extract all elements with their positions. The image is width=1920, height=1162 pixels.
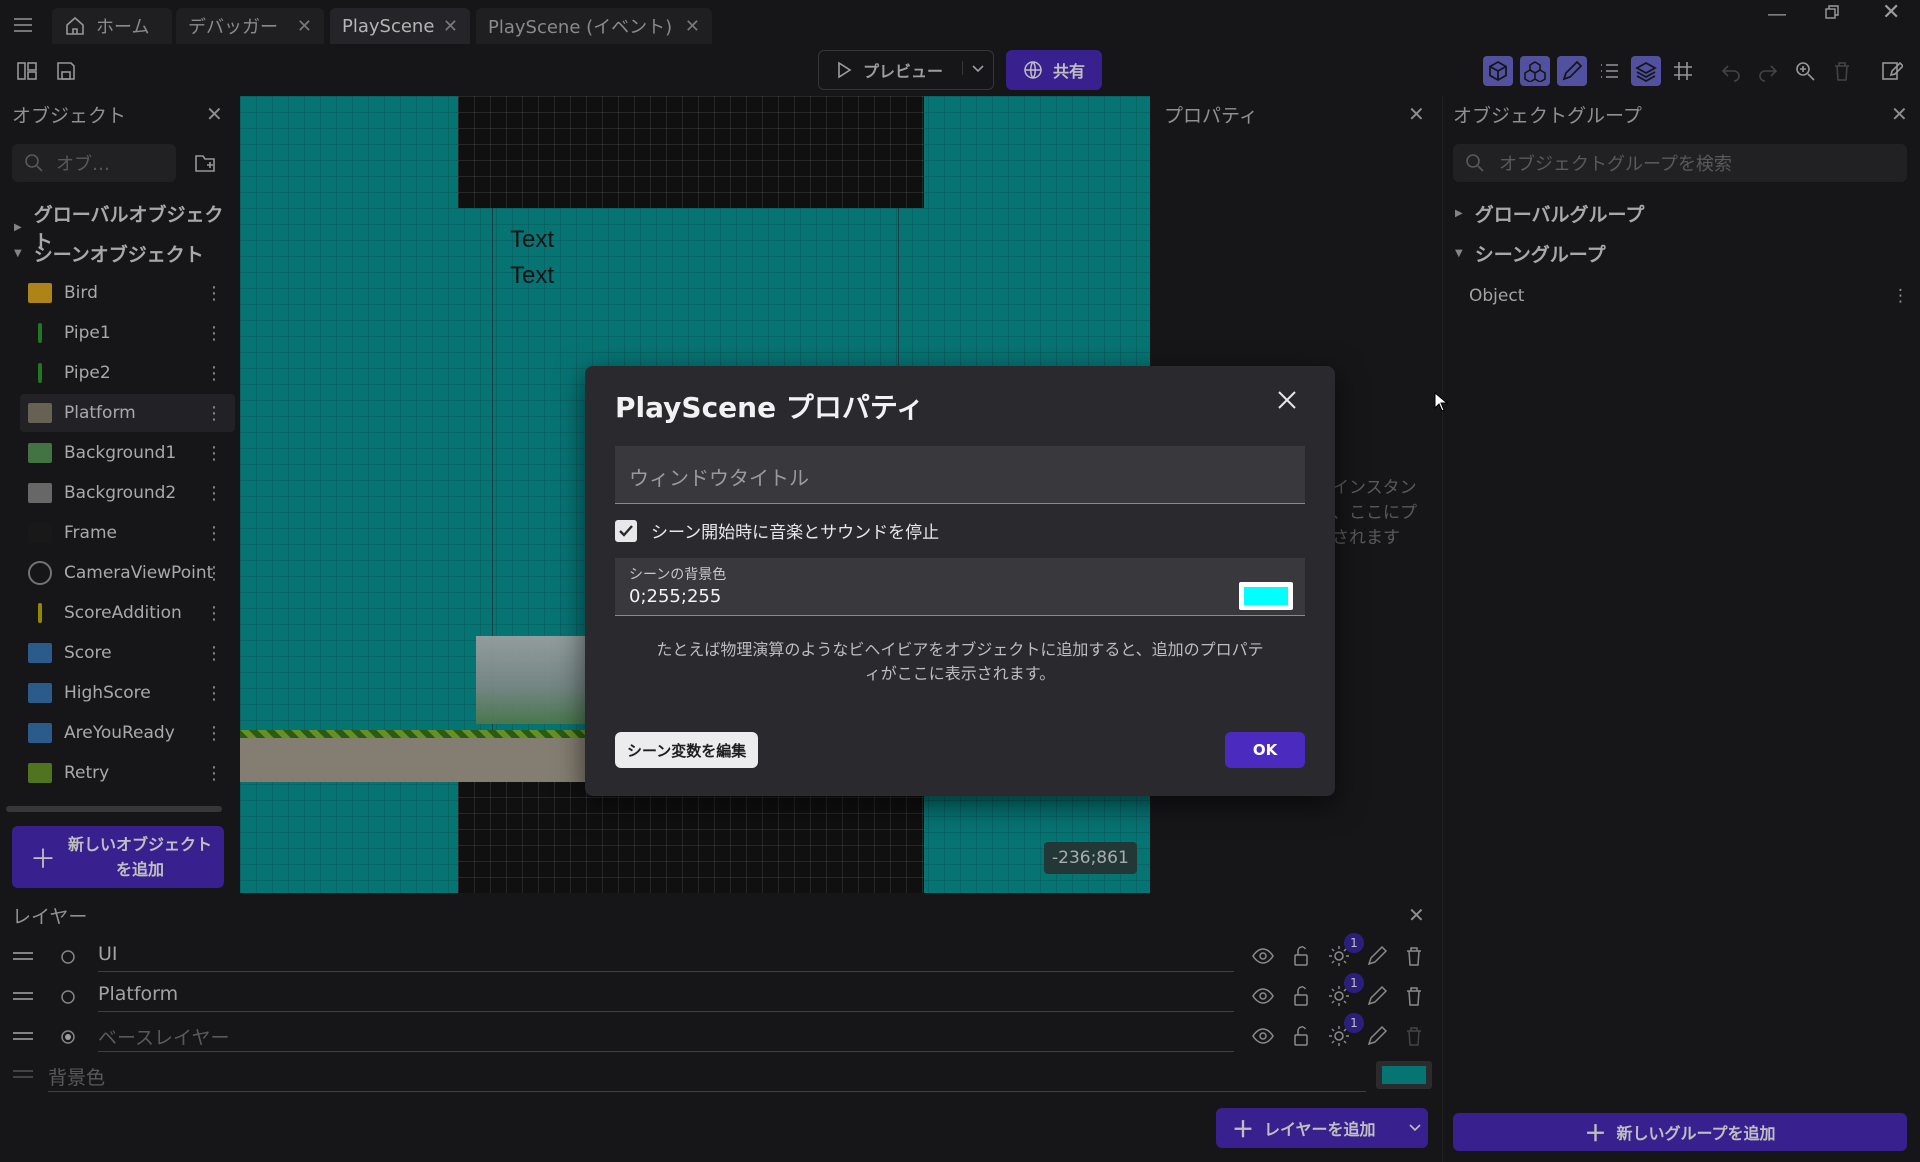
info-line: たとえば物理演算のようなビヘイビアをオブジェクトに追加すると、追加のプロパテ [656, 640, 1264, 659]
color-swatch-fill [1244, 587, 1288, 605]
close-icon[interactable] [1275, 388, 1299, 412]
info-line: ィがここに表示されます。 [864, 664, 1056, 683]
checkmark-icon [619, 524, 633, 537]
window-title-placeholder: ウィンドウタイトル [629, 466, 809, 490]
bg-color-swatch[interactable] [1239, 582, 1293, 610]
stop-sound-label: シーン開始時に音楽とサウンドを停止 [651, 523, 940, 543]
background-color-field[interactable]: シーンの背景色 0;255;255 [615, 558, 1305, 616]
bg-color-label: シーンの背景色 [629, 567, 727, 583]
stop-sound-checkbox[interactable] [615, 519, 637, 542]
dialog-title: PlayScene プロパティ [615, 391, 925, 424]
ok-button[interactable]: OK [1225, 732, 1305, 768]
edit-scene-variables-button[interactable]: シーン変数を編集 [615, 732, 759, 768]
scene-properties-dialog: PlayScene プロパティ ウィンドウタイトル シーン開始時に音楽とサウンド… [585, 366, 1335, 796]
mouse-cursor-icon [1434, 392, 1448, 412]
window-title-field[interactable]: ウィンドウタイトル [615, 446, 1305, 504]
stop-sound-checkbox-row[interactable]: シーン開始時に音楽とサウンドを停止 [615, 518, 939, 543]
behaviors-info-text: たとえば物理演算のようなビヘイビアをオブジェクトに追加すると、追加のプロパテ ィ… [615, 638, 1305, 686]
bg-color-value: 0;255;255 [629, 586, 722, 607]
